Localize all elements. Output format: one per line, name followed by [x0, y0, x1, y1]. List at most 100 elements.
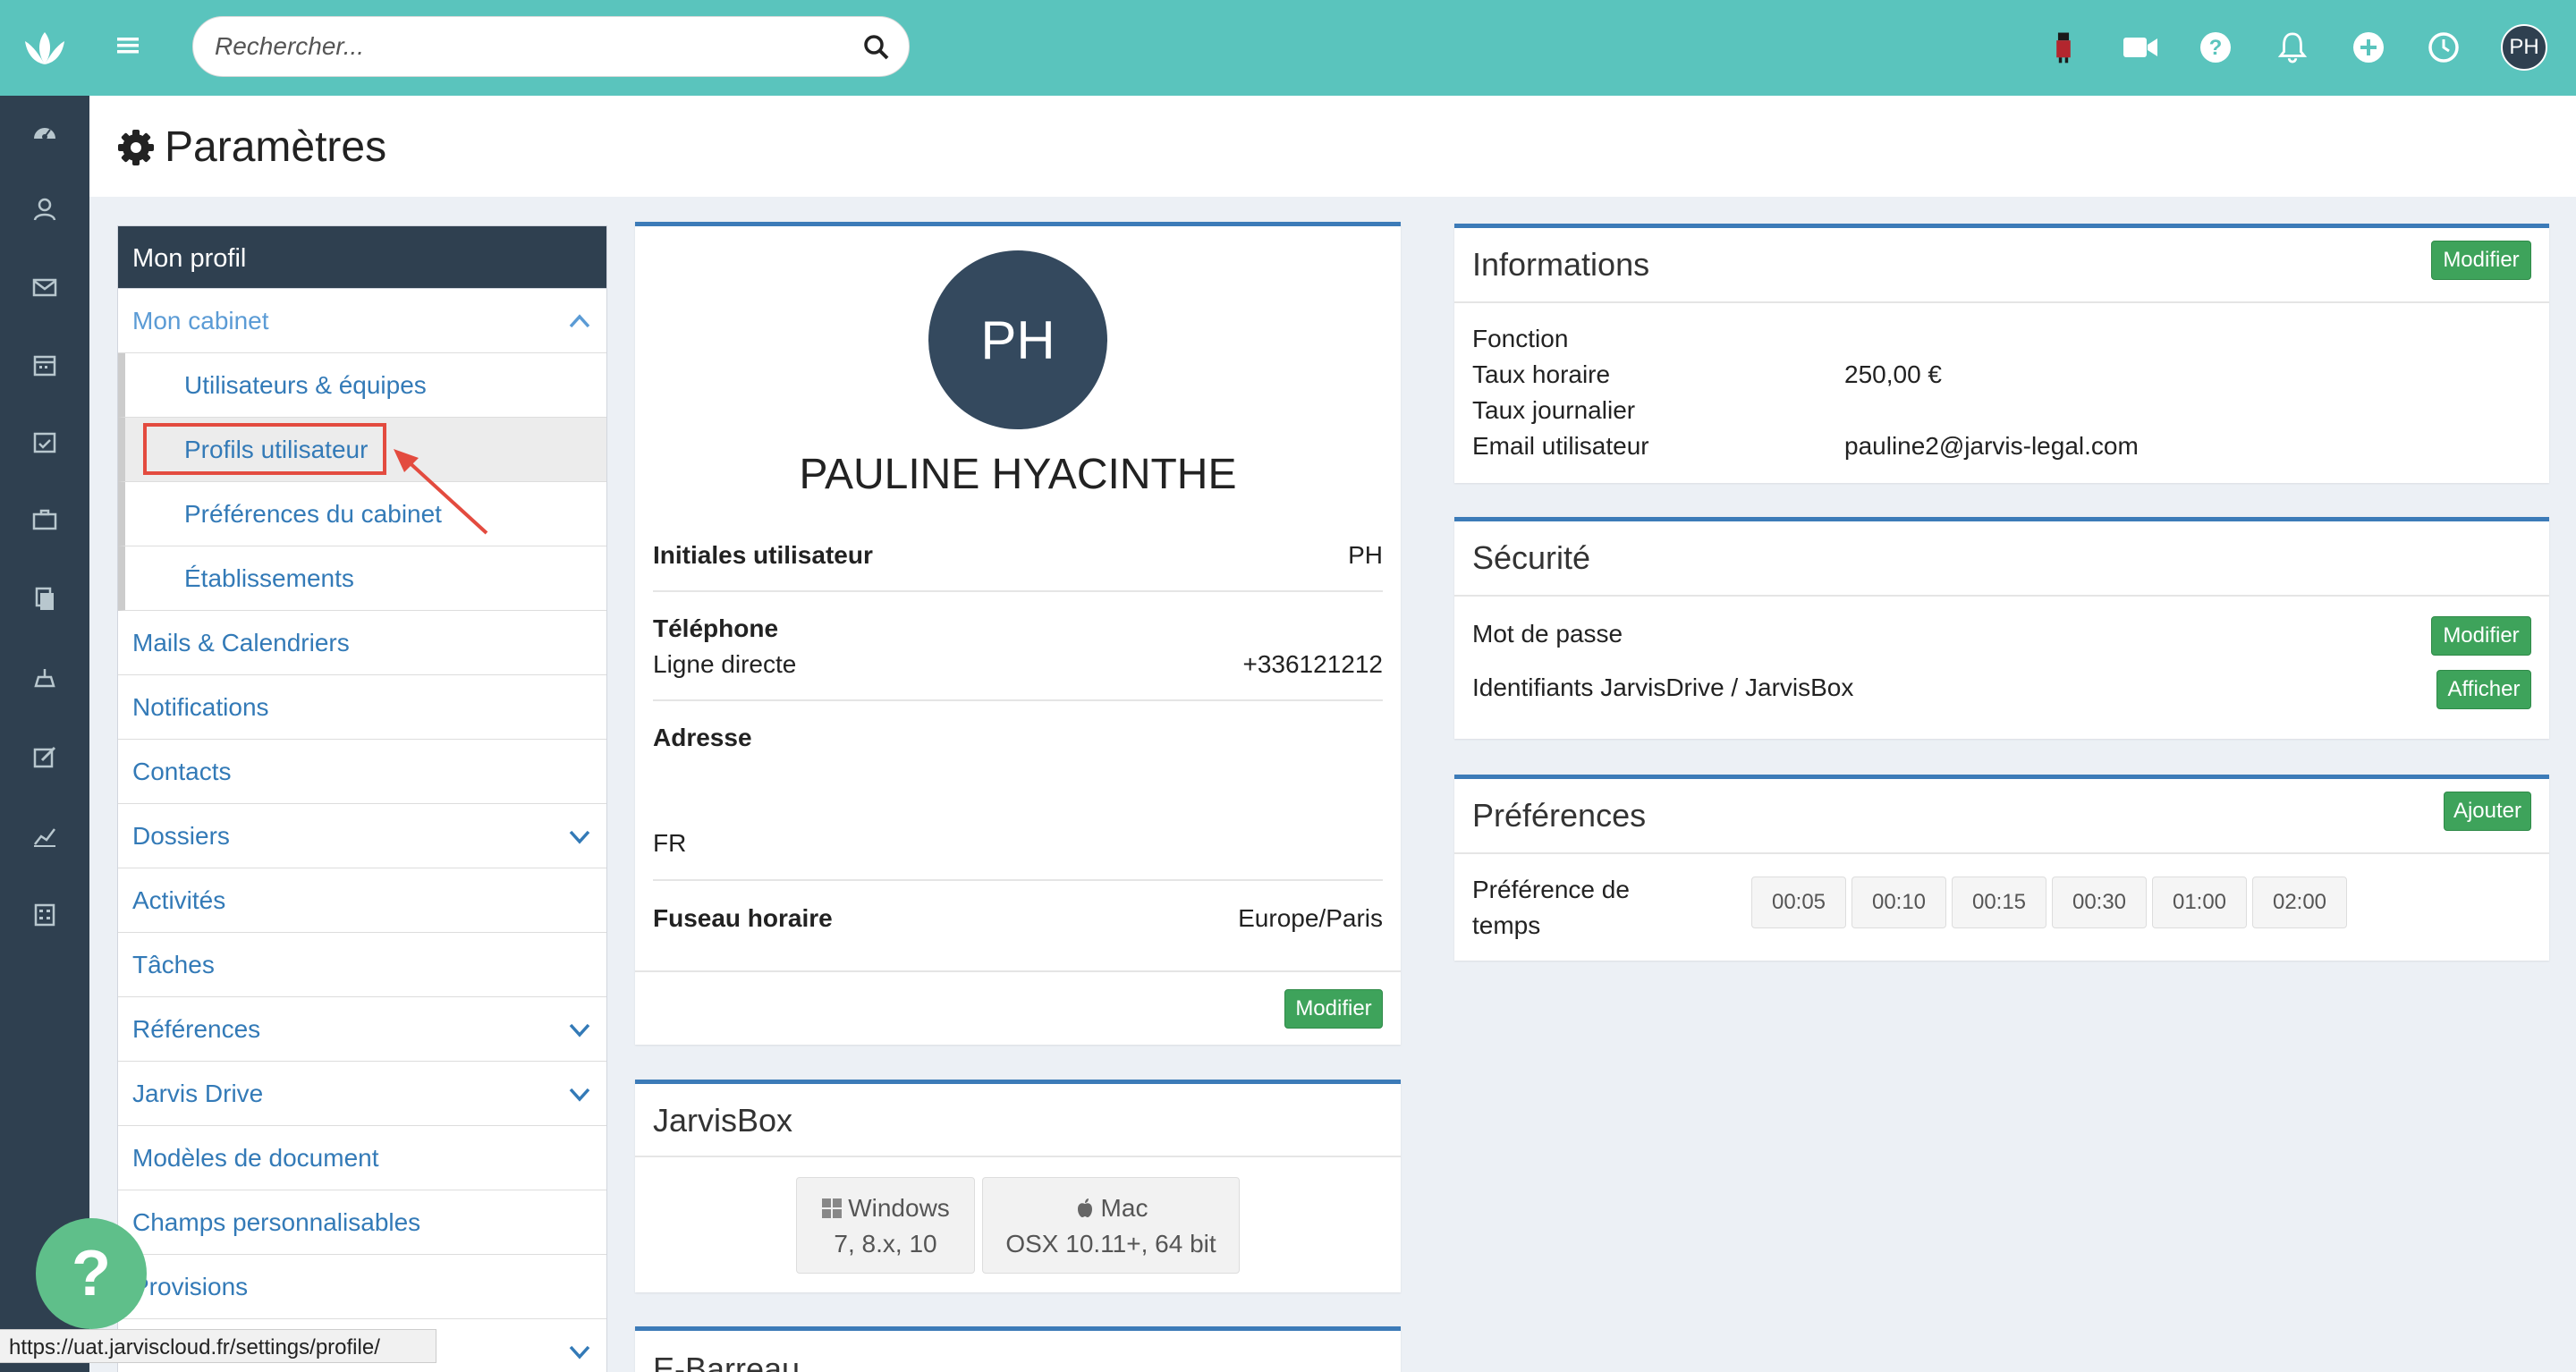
menu-item-label: Références	[132, 1014, 261, 1043]
edit-icon[interactable]	[29, 741, 61, 773]
contacts-icon[interactable]	[29, 193, 61, 225]
app-logo[interactable]	[0, 0, 89, 96]
time-option-button[interactable]: 02:00	[2252, 877, 2347, 928]
menu-item-dossiers[interactable]: Dossiers	[118, 804, 606, 868]
task-calendar-icon[interactable]	[29, 426, 61, 458]
time-pref-label-line1: Préférence de	[1472, 876, 1630, 903]
help-circle-icon[interactable]: ?	[2197, 29, 2234, 66]
time-option-button[interactable]: 00:10	[1852, 877, 1946, 928]
menu-item-users-teams[interactable]: Utilisateurs & équipes	[118, 353, 606, 418]
user-avatar[interactable]: PH	[2501, 24, 2547, 71]
menu-item-my-firm[interactable]: Mon cabinet	[118, 289, 606, 353]
time-option-button[interactable]: 00:30	[2052, 877, 2147, 928]
menu-item-label: Modèles de document	[132, 1143, 379, 1172]
profile-avatar: PH	[928, 250, 1107, 429]
menu-item-label: Notifications	[132, 692, 269, 721]
time-option-button[interactable]: 00:05	[1751, 877, 1846, 928]
menu-item-label: Jarvis Drive	[132, 1079, 264, 1107]
direct-line-value: +336121212	[1242, 650, 1383, 678]
windows-versions: 7, 8.x, 10	[834, 1230, 937, 1258]
search-input[interactable]	[215, 17, 841, 76]
jarvis-character-icon[interactable]	[2045, 29, 2082, 66]
statistics-icon[interactable]	[29, 820, 61, 852]
timezone-value: Europe/Paris	[1238, 904, 1383, 932]
email-value: pauline2@jarvis-legal.com	[1844, 432, 2139, 460]
menu-item-mails-calendars[interactable]: Mails & Calendriers	[118, 611, 606, 675]
search-box	[192, 16, 910, 77]
divider	[635, 1156, 1401, 1157]
time-option-button[interactable]: 00:15	[1952, 877, 2046, 928]
security-title: Sécurité	[1472, 539, 1591, 576]
informations-modify-button[interactable]: Modifier	[2431, 241, 2531, 280]
status-url-bar: https://uat.jarviscloud.fr/settings/prof…	[0, 1329, 436, 1363]
divider	[653, 590, 1383, 592]
profile-modify-button[interactable]: Modifier	[1284, 989, 1383, 1029]
menu-item-label: Dossiers	[132, 821, 230, 850]
phone-label: Téléphone	[653, 614, 779, 642]
menu-item-label: Mails & Calendriers	[132, 628, 350, 656]
floating-help-button[interactable]: ?	[36, 1218, 147, 1329]
menu-item-establishments[interactable]: Établissements	[118, 546, 606, 611]
chevron-down-icon	[569, 1023, 590, 1037]
menu-item-custom-fields[interactable]: Champs personnalisables	[118, 1190, 606, 1255]
menu-item-provisions[interactable]: Provisions	[118, 1255, 606, 1319]
dashboard-icon[interactable]	[29, 116, 61, 148]
menu-item-firm-preferences[interactable]: Préférences du cabinet	[118, 482, 606, 546]
mac-label: Mac	[1100, 1194, 1148, 1222]
divider	[1454, 301, 2549, 303]
direct-line-label: Ligne directe	[653, 650, 797, 678]
preferences-title: Préférences	[1472, 797, 1647, 834]
menu-item-notifications[interactable]: Notifications	[118, 675, 606, 740]
menu-item-taches[interactable]: Tâches	[118, 933, 606, 997]
divider	[1454, 595, 2549, 597]
hourly-rate-value: 250,00 €	[1844, 360, 1942, 388]
profile-card: PH PAULINE HYACINTHE Initiales utilisate…	[635, 222, 1401, 1045]
menu-item-label: Établissements	[184, 563, 354, 592]
download-mac-button[interactable]: Mac OSX 10.11+, 64 bit	[982, 1177, 1240, 1274]
app-sidebar	[0, 0, 89, 1372]
menu-item-document-templates[interactable]: Modèles de document	[118, 1126, 606, 1190]
divider	[1454, 852, 2549, 854]
menu-item-activites[interactable]: Activités	[118, 868, 606, 933]
ebarreau-title: E-Barreau	[653, 1351, 801, 1372]
menu-item-label: Activités	[132, 885, 226, 914]
hourly-rate-label: Taux horaire	[1472, 360, 1611, 388]
credentials-show-button[interactable]: Afficher	[2436, 670, 2531, 709]
address-label: Adresse	[653, 724, 752, 751]
video-camera-icon[interactable]	[2122, 29, 2159, 66]
calendar-icon[interactable]	[29, 349, 61, 381]
password-label: Mot de passe	[1472, 620, 1623, 648]
annotation-highlight-box	[143, 423, 386, 475]
add-circle-icon[interactable]	[2350, 29, 2387, 66]
menu-item-my-profile[interactable]: Mon profil	[118, 226, 606, 289]
divider	[653, 699, 1383, 701]
billing-icon[interactable]	[29, 662, 61, 694]
clock-icon[interactable]	[2425, 29, 2462, 66]
calculator-icon[interactable]	[29, 899, 61, 931]
windows-label: Windows	[848, 1194, 950, 1222]
credentials-label: Identifiants JarvisDrive / JarvisBox	[1472, 673, 1854, 701]
notification-bell-icon[interactable]	[2274, 29, 2311, 66]
briefcase-icon[interactable]	[29, 504, 61, 536]
svg-text:?: ?	[2209, 36, 2223, 60]
search-icon[interactable]	[862, 33, 891, 62]
menu-item-references[interactable]: Références	[118, 997, 606, 1062]
address-country: FR	[653, 829, 687, 857]
password-modify-button[interactable]: Modifier	[2431, 616, 2531, 656]
divider	[653, 879, 1383, 881]
mail-icon[interactable]	[29, 271, 61, 303]
preferences-card: Préférences Ajouter Préférence de temps …	[1454, 775, 2549, 961]
menu-item-label: Contacts	[132, 757, 232, 785]
time-option-button[interactable]: 01:00	[2152, 877, 2247, 928]
preferences-add-button[interactable]: Ajouter	[2444, 792, 2531, 831]
menu-item-label: Champs personnalisables	[132, 1207, 421, 1236]
security-card: Sécurité Mot de passe Modifier Identifia…	[1454, 517, 2549, 739]
menu-toggle-icon[interactable]	[114, 32, 141, 59]
menu-item-jarvis-drive[interactable]: Jarvis Drive	[118, 1062, 606, 1126]
jarvisbox-card: JarvisBox Windows 7, 8.x, 10 Mac OSX 10.…	[635, 1080, 1401, 1292]
download-windows-button[interactable]: Windows 7, 8.x, 10	[796, 1177, 975, 1274]
gear-icon	[116, 128, 156, 167]
menu-item-label: Utilisateurs & équipes	[184, 370, 427, 399]
documents-icon[interactable]	[29, 583, 61, 615]
menu-item-contacts[interactable]: Contacts	[118, 740, 606, 804]
